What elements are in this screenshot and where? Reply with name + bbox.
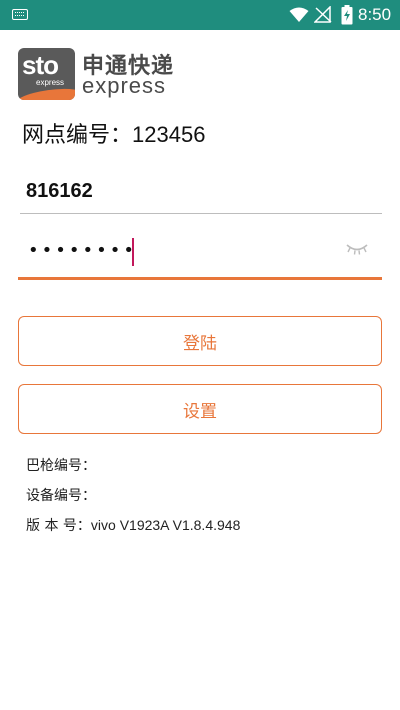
- status-bar: 8:50: [0, 0, 400, 30]
- station-number: 网点编号：123456: [22, 117, 205, 149]
- keyboard-icon: [12, 9, 28, 20]
- logo-badge-small: express: [36, 78, 65, 87]
- logo-name-en: express: [82, 73, 167, 98]
- login-button[interactable]: 登陆: [18, 316, 382, 366]
- gun-number-label: 巴枪编号：: [26, 458, 96, 474]
- username-input[interactable]: [20, 170, 382, 214]
- device-number-label: 设备编号：: [26, 488, 96, 504]
- password-mask: ••••••••: [28, 240, 137, 261]
- password-field[interactable]: ••••••••: [18, 230, 382, 280]
- sto-logo: sto express 申通快递 express: [18, 46, 178, 102]
- wifi-icon: [289, 7, 309, 22]
- version-label: 版 本 号：: [26, 518, 91, 534]
- settings-button[interactable]: 设置: [18, 384, 382, 434]
- logo-badge-text: sto: [22, 50, 59, 80]
- station-value: 123456: [132, 122, 206, 147]
- version-value: vivo V1923A V1.8.4.948: [90, 517, 241, 533]
- battery-charging-icon: [341, 5, 353, 25]
- eye-closed-icon[interactable]: [346, 242, 368, 256]
- device-number: 设备编号：: [26, 485, 96, 505]
- no-signal-icon: [314, 6, 332, 23]
- status-time: 8:50: [358, 5, 392, 24]
- text-caret: [132, 238, 134, 266]
- version-number: 版 本 号：vivo V1923A V1.8.4.948: [26, 515, 240, 535]
- logo-badge: sto express: [18, 48, 75, 100]
- gun-number: 巴枪编号：: [26, 455, 96, 475]
- station-label: 网点编号：: [22, 123, 133, 148]
